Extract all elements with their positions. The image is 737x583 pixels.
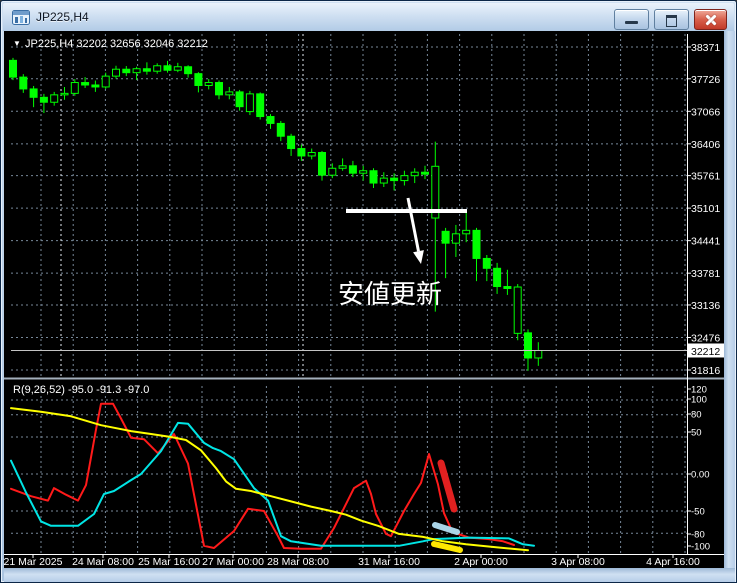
indicator-axis-label: 50 <box>691 428 702 439</box>
time-axis-labels: 21 Mar 2025 24 Mar 08:00 25 Mar 16:00 27 Ma… <box>4 554 700 568</box>
metatrader-chart-window: JP225,H4 安値更新 38371 37726 37066 36406 35761 35… <box>0 0 737 583</box>
indicator-axis-label: 0.00 <box>691 470 710 481</box>
window-controls <box>614 9 727 30</box>
indicator-axis-label: -50 <box>691 507 705 518</box>
indicator-axis-label: 80 <box>691 410 702 421</box>
down-arrow-head <box>413 250 424 264</box>
price-label: 37066 <box>691 106 720 118</box>
symbol-ohlc-line: ▼ JP225,H4 32202 32656 32046 32212 <box>13 38 208 50</box>
time-label: 24 Mar 08:00 <box>72 556 134 568</box>
price-label: 38371 <box>691 42 720 54</box>
price-label: 33136 <box>691 300 720 312</box>
price-label: 35101 <box>691 203 720 215</box>
close-button[interactable] <box>694 9 727 30</box>
chart-client-area: 安値更新 38371 37726 37066 36406 35761 35101 34441 3… <box>4 31 734 568</box>
price-label: 36406 <box>691 139 720 151</box>
symbol-ohlc-text: JP225,H4 32202 32656 32046 32212 <box>25 38 208 50</box>
time-label: 25 Mar 16:00 <box>138 556 200 568</box>
new-low-annotation-text: 安値更新 <box>338 279 442 309</box>
time-label: 4 Apr 16:00 <box>646 556 700 568</box>
price-label: 31816 <box>691 365 720 377</box>
price-label: 32476 <box>691 332 720 344</box>
restore-icon <box>666 15 677 27</box>
indicator-lines-layer <box>10 402 535 552</box>
chart-app-icon <box>12 9 30 25</box>
time-label: 21 Mar 2025 <box>4 556 63 568</box>
title-bar[interactable]: JP225,H4 <box>3 3 734 31</box>
current-price-tag: 32212 <box>688 343 724 358</box>
time-label: 31 Mar 16:00 <box>358 556 420 568</box>
time-label: 28 Mar 08:00 <box>267 556 329 568</box>
highlight-stroke-0 <box>437 459 458 513</box>
minimize-icon <box>625 21 638 24</box>
close-icon <box>695 10 726 29</box>
indicator-axis-labels: 12010080500.00-50-80-100 <box>687 385 710 553</box>
support-hline-annotation <box>346 209 467 213</box>
window-frame: JP225,H4 安値更新 38371 37726 37066 36406 35761 35… <box>0 0 737 583</box>
time-label: 3 Apr 08:00 <box>551 556 605 568</box>
highlight-stroke-1 <box>432 522 460 535</box>
time-label: 2 Apr 00:00 <box>454 556 508 568</box>
price-axis-labels: 38371 37726 37066 36406 35761 35101 34441 33781… <box>687 42 720 377</box>
window-title: JP225,H4 <box>36 10 89 24</box>
price-label: 34441 <box>691 236 720 248</box>
time-label: 27 Mar 00:00 <box>202 556 264 568</box>
minimize-button[interactable] <box>614 9 649 30</box>
price-label: 33781 <box>691 268 720 280</box>
price-label: 37726 <box>691 74 720 86</box>
down-arrow-annotation <box>406 197 420 252</box>
indicator-name-values: R(9,26,52) -95.0 -91.3 -97.0 <box>13 384 149 396</box>
bottom-frame-strip <box>4 568 735 582</box>
indicator-axis-label: -80 <box>691 530 705 541</box>
indicator-axis-label: 100 <box>691 395 707 406</box>
right-frame-strip <box>724 31 735 581</box>
symbol-dropdown-marker: ▼ <box>13 39 21 48</box>
restore-button[interactable] <box>654 9 689 30</box>
current-price-value: 32212 <box>691 346 720 358</box>
price-label: 35761 <box>691 171 720 183</box>
chart-canvas[interactable]: 安値更新383713772637066364063576135101344413… <box>4 31 734 568</box>
indicator-axis-label: -100 <box>691 542 710 553</box>
candles-layer <box>9 57 543 371</box>
highlight-stroke-2 <box>431 541 463 553</box>
